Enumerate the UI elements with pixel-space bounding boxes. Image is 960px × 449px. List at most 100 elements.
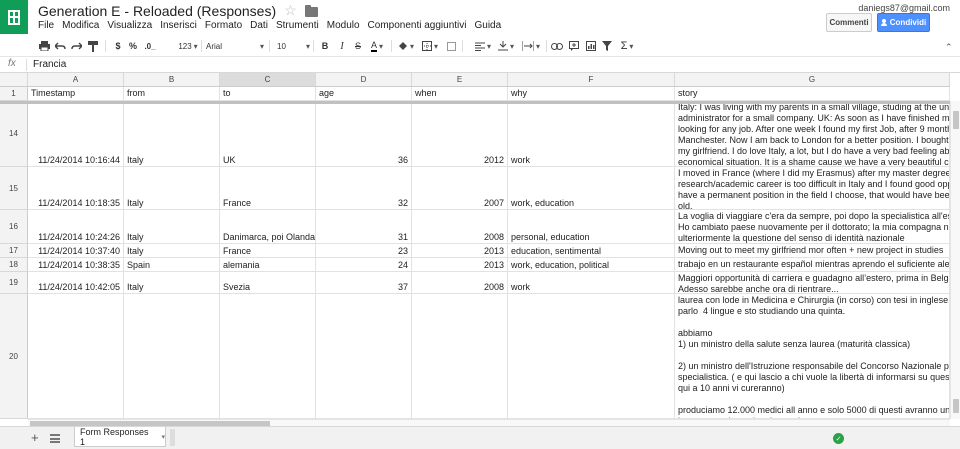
column-header-b[interactable]: B xyxy=(124,73,220,87)
table-cell[interactable]: work xyxy=(508,272,675,294)
table-cell[interactable]: work xyxy=(508,101,675,167)
paint-format-icon[interactable] xyxy=(87,39,99,53)
menu-item[interactable]: File xyxy=(38,20,60,31)
font-select[interactable]: Arial ▾ xyxy=(206,39,264,53)
header-cell[interactable]: from xyxy=(124,87,220,101)
story-cell[interactable]: laurea con lode in Medicina e Chirurgia … xyxy=(675,294,950,419)
column-header-e[interactable]: E xyxy=(412,73,508,87)
table-cell[interactable]: alemania xyxy=(220,258,316,272)
table-cell[interactable]: 24 xyxy=(316,258,412,272)
menu-item[interactable]: Dati xyxy=(250,20,274,31)
doc-title[interactable]: Generation E - Reloaded (Responses) xyxy=(38,3,276,19)
story-cell[interactable]: Moving out to meet my girlfriend mor oft… xyxy=(675,244,950,258)
table-cell[interactable] xyxy=(28,294,124,419)
table-cell[interactable]: personal, education xyxy=(508,210,675,244)
table-cell[interactable]: work, education xyxy=(508,167,675,210)
currency-button[interactable]: $ xyxy=(114,39,122,53)
scroll-thumb[interactable] xyxy=(953,399,959,413)
table-cell[interactable] xyxy=(124,294,220,419)
table-cell[interactable]: 2007 xyxy=(412,167,508,210)
table-cell[interactable]: 11/24/2014 10:42:05 xyxy=(28,272,124,294)
user-email[interactable]: daniegs87@gmail.com xyxy=(858,3,950,13)
table-cell[interactable]: 2008 xyxy=(412,210,508,244)
menu-item[interactable]: Strumenti xyxy=(276,20,325,31)
functions-icon[interactable]: Σ ▾ xyxy=(617,39,637,53)
scroll-thumb[interactable] xyxy=(953,111,959,129)
table-cell[interactable]: 36 xyxy=(316,101,412,167)
row-header[interactable]: 19 xyxy=(0,272,28,294)
table-cell[interactable]: Danimarca, poi Olanda xyxy=(220,210,316,244)
table-cell[interactable]: 37 xyxy=(316,272,412,294)
text-color-button[interactable]: A ▾ xyxy=(368,39,386,53)
row-header[interactable]: 1 xyxy=(0,87,28,101)
header-cell[interactable]: to xyxy=(220,87,316,101)
share-button[interactable]: Condividi xyxy=(877,13,930,32)
header-cell[interactable]: age xyxy=(316,87,412,101)
filter-icon[interactable] xyxy=(601,39,613,53)
menu-item[interactable]: Modulo xyxy=(327,20,366,31)
text-wrap-icon[interactable]: ▾ xyxy=(520,39,542,53)
fill-color-icon[interactable]: ▾ xyxy=(397,39,415,53)
table-cell[interactable]: 2012 xyxy=(412,101,508,167)
table-cell[interactable]: 2013 xyxy=(412,244,508,258)
column-header-f[interactable]: F xyxy=(508,73,675,87)
merge-cells-icon[interactable] xyxy=(446,39,456,53)
more-formats-button[interactable]: 123 ▾ xyxy=(177,39,199,53)
table-cell[interactable]: 11/24/2014 10:38:35 xyxy=(28,258,124,272)
align-left-icon[interactable]: ▾ xyxy=(474,39,492,53)
menu-item[interactable]: Inserisci xyxy=(160,20,203,31)
table-cell[interactable]: UK xyxy=(220,101,316,167)
increase-decimal-button[interactable] xyxy=(160,39,174,53)
italic-button[interactable]: I xyxy=(337,39,347,53)
table-cell[interactable]: 32 xyxy=(316,167,412,210)
menu-item[interactable]: Modifica xyxy=(62,20,105,31)
table-cell[interactable]: 11/24/2014 10:37:40 xyxy=(28,244,124,258)
undo-icon[interactable] xyxy=(54,39,66,53)
print-icon[interactable] xyxy=(38,39,50,53)
bold-button[interactable]: B xyxy=(320,39,330,53)
table-cell[interactable]: France xyxy=(220,167,316,210)
add-sheet-icon[interactable]: + xyxy=(31,430,39,445)
link-icon[interactable] xyxy=(551,39,563,53)
table-cell[interactable]: 2008 xyxy=(412,272,508,294)
header-cell[interactable]: story xyxy=(675,87,950,101)
tab-divider[interactable] xyxy=(170,429,175,446)
strikethrough-button[interactable]: S xyxy=(353,39,363,53)
row-header[interactable]: 17 xyxy=(0,244,28,258)
decrease-decimal-button[interactable]: .0_ xyxy=(143,39,157,53)
table-cell[interactable] xyxy=(508,294,675,419)
table-cell[interactable]: Italy xyxy=(124,272,220,294)
vertical-scrollbar[interactable] xyxy=(950,101,960,419)
menu-item[interactable]: Formato xyxy=(205,20,248,31)
story-cell[interactable]: Maggiori opportunità di carriera e guada… xyxy=(675,272,950,294)
select-all-corner[interactable] xyxy=(0,73,28,87)
table-cell[interactable]: 11/24/2014 10:16:44 xyxy=(28,101,124,167)
table-cell[interactable]: Spain xyxy=(124,258,220,272)
column-header-a[interactable]: A xyxy=(28,73,124,87)
sheets-list-icon[interactable] xyxy=(50,434,60,443)
sheets-logo-icon[interactable] xyxy=(0,0,28,34)
freeze-divider[interactable] xyxy=(0,101,950,104)
borders-icon[interactable]: ▾ xyxy=(421,39,439,53)
folder-icon[interactable] xyxy=(304,4,318,17)
table-cell[interactable]: France xyxy=(220,244,316,258)
menu-item[interactable]: Guida xyxy=(475,20,508,31)
table-cell[interactable]: Italy xyxy=(124,244,220,258)
sheet-tab[interactable]: Form Responses 1 ▾ xyxy=(74,427,166,447)
column-header-d[interactable]: D xyxy=(316,73,412,87)
insert-chart-icon[interactable] xyxy=(585,39,597,53)
redo-icon[interactable] xyxy=(70,39,82,53)
header-cell[interactable]: when xyxy=(412,87,508,101)
table-cell[interactable]: 11/24/2014 10:24:26 xyxy=(28,210,124,244)
menu-item[interactable]: Visualizza xyxy=(107,20,158,31)
row-header[interactable]: 18 xyxy=(0,258,28,272)
table-cell[interactable] xyxy=(220,294,316,419)
row-header[interactable]: 14 xyxy=(0,101,28,167)
story-cell[interactable]: Italy: I was living with my parents in a… xyxy=(675,101,950,167)
header-cell[interactable]: why xyxy=(508,87,675,101)
chevron-down-icon[interactable]: ▾ xyxy=(161,433,165,441)
horizontal-scrollbar[interactable] xyxy=(28,419,950,426)
table-cell[interactable]: education, sentimental xyxy=(508,244,675,258)
formula-input[interactable]: Francia xyxy=(33,59,66,70)
column-header-c[interactable]: C xyxy=(220,73,316,87)
